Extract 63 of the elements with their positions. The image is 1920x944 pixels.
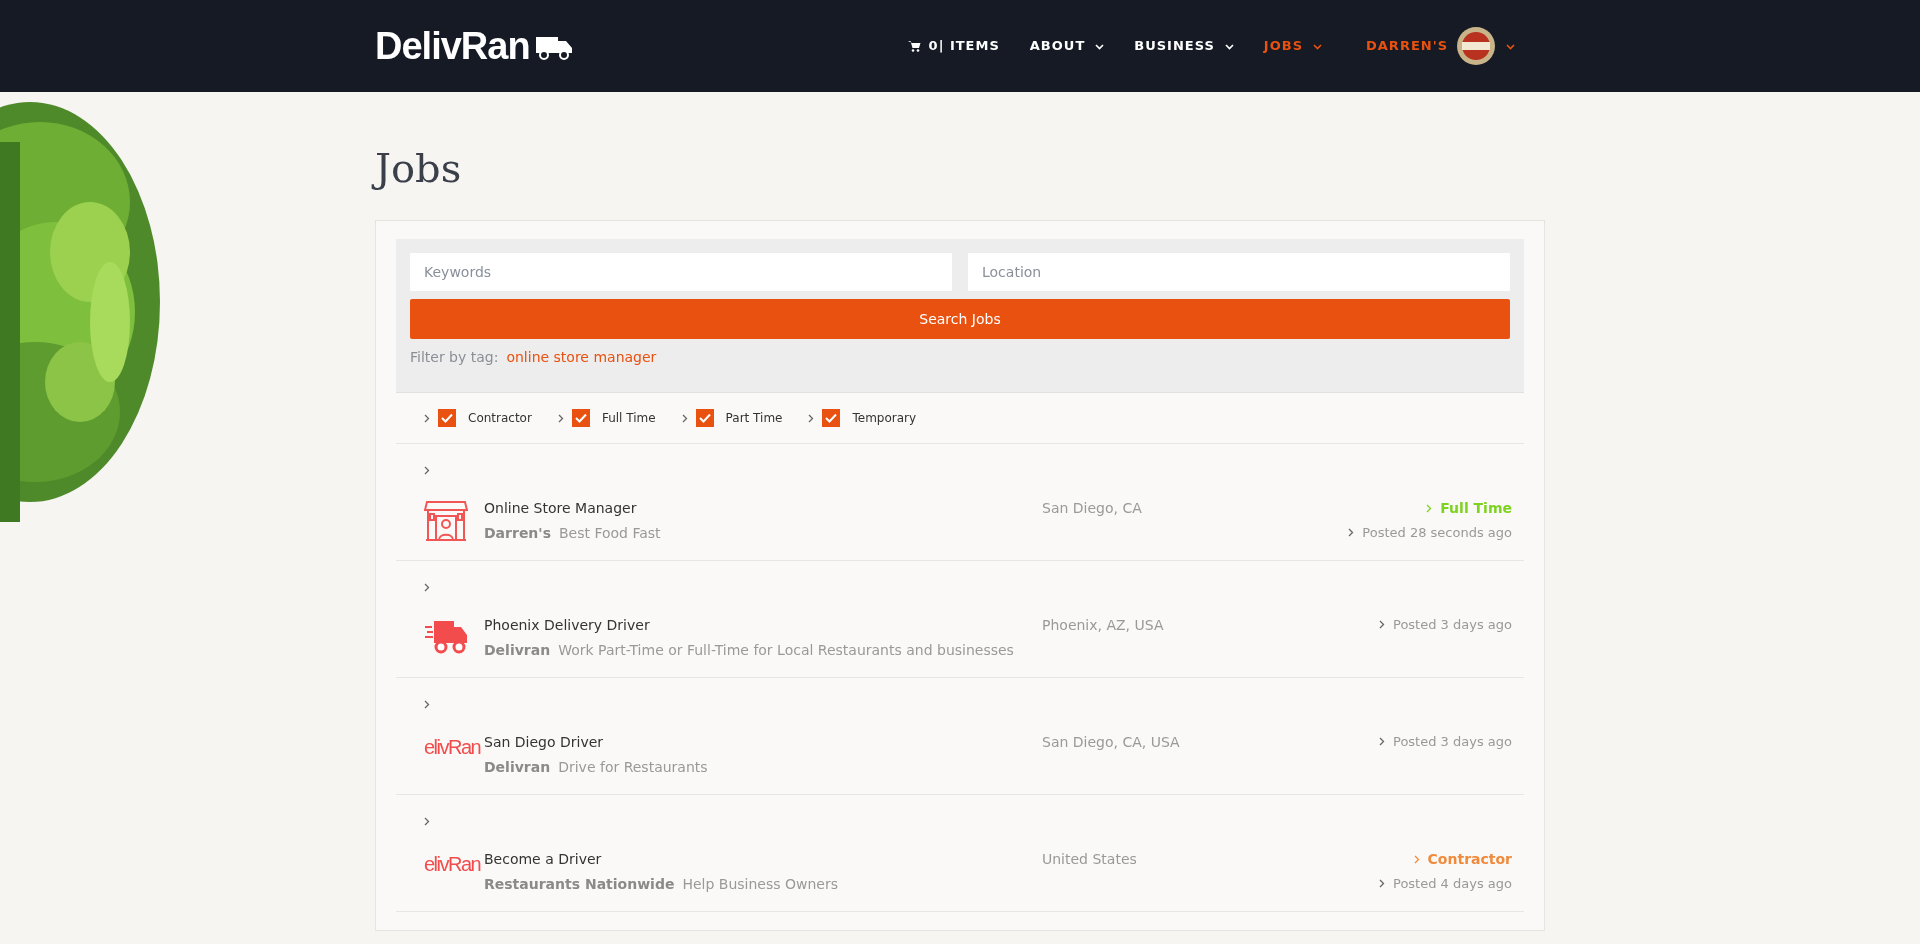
avatar-icon (1456, 26, 1496, 66)
job-location: United States (1042, 850, 1138, 869)
logo[interactable]: DelivRan (375, 17, 574, 75)
job-location: San Diego, CA (1042, 499, 1143, 518)
checkbox-label: Part Time (725, 410, 783, 427)
checkbox[interactable] (822, 409, 841, 427)
checkbox[interactable] (695, 409, 714, 427)
chevron-icon (1379, 879, 1385, 889)
posted-date: Posted 3 days ago (1393, 733, 1512, 751)
chevron-icon (557, 413, 564, 423)
search-button[interactable]: Search Jobs (410, 299, 1510, 339)
chevron-icon (681, 413, 688, 423)
chevron-icon (424, 700, 430, 709)
caret-icon (1224, 43, 1234, 50)
chevron-icon (808, 413, 815, 423)
posted-date: Posted 28 seconds ago (1362, 524, 1512, 542)
nav-link[interactable]: JOBS (1263, 36, 1322, 56)
company-logo: elivRan (424, 852, 481, 877)
posted-date: Posted 3 days ago (1393, 616, 1512, 634)
company-name: Darren's (484, 524, 551, 543)
checkbox-label: Contractor (468, 410, 532, 427)
cart-link[interactable]: 0| ITEMS (907, 36, 1000, 56)
store-icon (424, 500, 468, 542)
job-location: Phoenix, AZ, USA (1042, 616, 1165, 635)
chevron-icon (424, 583, 430, 592)
chevron-icon (424, 413, 430, 423)
cart-icon (907, 40, 921, 52)
caret-icon (1313, 43, 1322, 50)
caret-icon (1095, 43, 1105, 50)
job-type: Contractor (1413, 849, 1512, 870)
job-type: Full Time (1426, 498, 1512, 519)
company-name: Delivran (484, 641, 551, 660)
chevron-icon (424, 466, 430, 475)
keywords-field[interactable]: Keywords (410, 253, 952, 291)
company-tagline: Help Business Owners (682, 875, 838, 894)
chevron-icon (424, 817, 430, 826)
job-title[interactable]: Phoenix Delivery Driver (484, 615, 650, 636)
checkbox-label: Full Time (601, 410, 656, 427)
checkbox-label: Temporary (852, 410, 917, 427)
company-tagline: Best Food Fast (558, 524, 661, 543)
company-name: Restaurants Nationwide (484, 875, 675, 894)
company-logo: elivRan (424, 735, 481, 760)
location-field[interactable]: Location (968, 253, 1510, 291)
job-title[interactable]: San Diego Driver (484, 732, 604, 753)
caret-icon (1506, 43, 1515, 50)
chevron-icon (1379, 620, 1385, 630)
company-name: Delivran (484, 758, 551, 777)
company-tagline: Work Part-Time or Full-Time for Local Restaurants and businesses (558, 641, 1014, 660)
checkbox[interactable] (438, 409, 456, 427)
chevron-icon (1348, 528, 1355, 538)
filter-label: Filter by tag: (410, 348, 499, 367)
company-tagline: Drive for Restaurants (558, 758, 708, 777)
checkbox[interactable] (571, 409, 590, 427)
nav-link[interactable]: DARREN'S (1366, 26, 1515, 66)
chevron-icon (1413, 855, 1420, 864)
job-location: San Diego, CA, USA (1042, 733, 1181, 752)
job-title[interactable]: Online Store Manager (484, 498, 637, 519)
chevron-icon (1379, 737, 1385, 747)
posted-date: Posted 4 days ago (1393, 875, 1512, 893)
job-title[interactable]: Become a Driver (484, 849, 602, 870)
chevron-icon (1426, 504, 1433, 513)
nav-link[interactable]: BUSINESS (1134, 36, 1234, 56)
nav-link[interactable]: ABOUT (1029, 36, 1105, 56)
